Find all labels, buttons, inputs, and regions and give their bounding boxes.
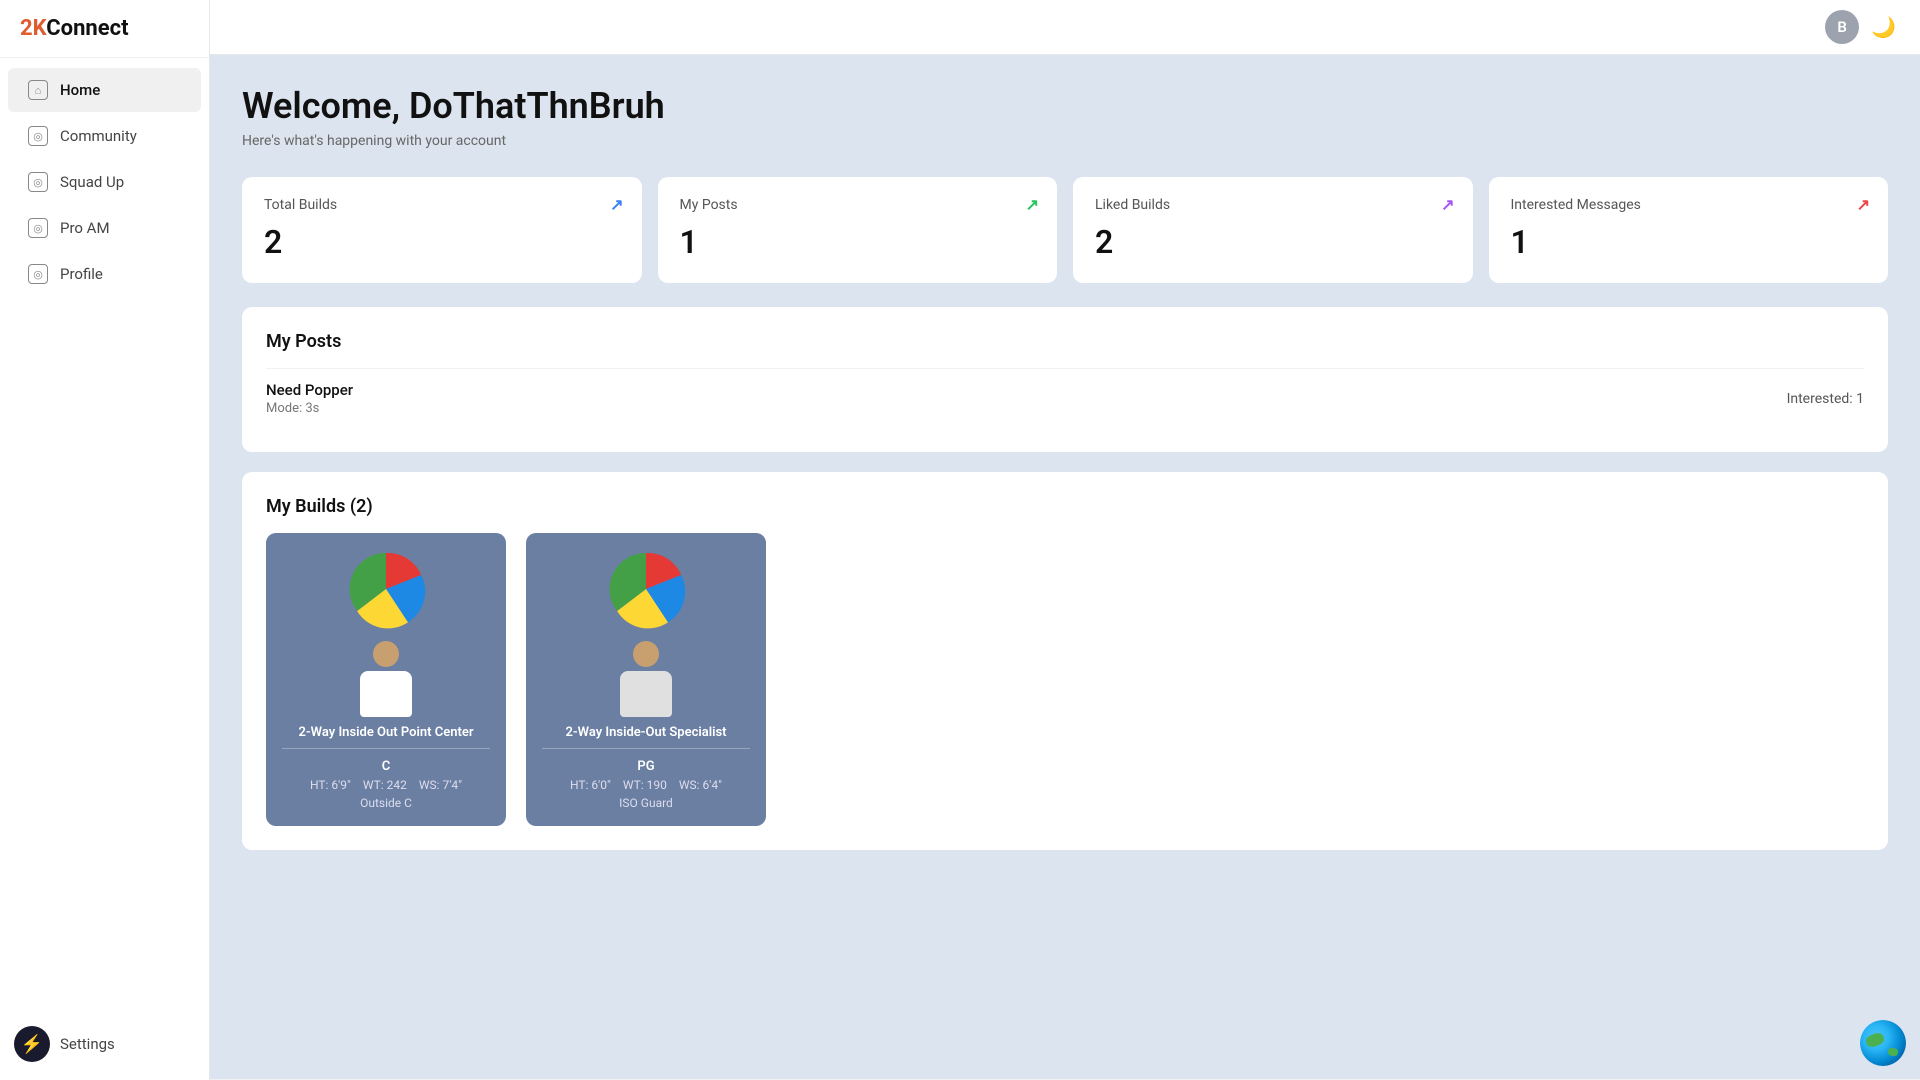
post-mode: Mode: 3s <box>266 401 353 416</box>
my-posts-title: My Posts <box>266 331 1864 352</box>
build-card-2[interactable]: 2-Way Inside-Out Specialist PG HT: 6'0" … <box>526 533 766 826</box>
logo-prefix: 2K <box>20 16 46 41</box>
stat-value-interested-messages: 1 <box>1511 223 1867 261</box>
user-avatar[interactable]: B <box>1825 10 1859 44</box>
stat-label-total-builds: Total Builds <box>264 197 620 213</box>
build-ws-1: WS: 7'4" <box>419 778 462 792</box>
build-player-1 <box>346 637 426 717</box>
theme-toggle[interactable]: 🌙 <box>1871 15 1896 39</box>
build-wt-2: WT: 190 <box>623 778 667 792</box>
sidebar-item-pro-am-label: Pro AM <box>60 219 110 237</box>
sidebar-item-settings-label: Settings <box>60 1035 115 1053</box>
build-player-2 <box>606 637 686 717</box>
stat-value-liked-builds: 2 <box>1095 223 1451 261</box>
stat-value-my-posts: 1 <box>680 223 1036 261</box>
globe-icon <box>1860 1020 1906 1066</box>
build-name-2: 2-Way Inside-Out Specialist <box>565 725 726 740</box>
profile-icon: ◎ <box>28 264 48 284</box>
build-ws-2: WS: 6'4" <box>679 778 722 792</box>
stat-label-interested-messages: Interested Messages <box>1511 197 1867 213</box>
stat-label-my-posts: My Posts <box>680 197 1036 213</box>
post-row[interactable]: Need Popper Mode: 3s Interested: 1 <box>266 368 1864 428</box>
sidebar-item-profile-label: Profile <box>60 265 103 283</box>
stat-value-total-builds: 2 <box>264 223 620 261</box>
stat-label-liked-builds: Liked Builds <box>1095 197 1451 213</box>
build-divider-2 <box>542 748 750 749</box>
topbar: B 🌙 <box>210 0 1920 55</box>
build-position-1: C <box>282 759 490 774</box>
sidebar-item-home[interactable]: ⌂ Home <box>8 68 201 112</box>
build-card-1[interactable]: 2-Way Inside Out Point Center C HT: 6'9"… <box>266 533 506 826</box>
home-icon: ⌂ <box>28 80 48 100</box>
interested-count: Interested: 1 <box>1787 391 1864 407</box>
welcome-subtitle: Here's what's happening with your accoun… <box>242 133 1888 149</box>
sidebar-item-squad-up-label: Squad Up <box>60 173 124 191</box>
build-type-1: Outside C <box>282 796 490 810</box>
dashboard: Welcome, DoThatThnBruh Here's what's hap… <box>210 55 1920 1079</box>
build-ht-1: HT: 6'9" <box>310 778 351 792</box>
stat-card-my-posts[interactable]: My Posts 1 ↗ <box>658 177 1058 283</box>
sidebar-item-home-label: Home <box>60 81 100 99</box>
build-type-2: ISO Guard <box>542 796 750 810</box>
welcome-title: Welcome, DoThatThnBruh <box>242 85 1888 127</box>
stat-arrow-total-builds: ↗ <box>610 195 623 214</box>
build-stats-1: C HT: 6'9" WT: 242 WS: 7'4" Outside C <box>282 759 490 810</box>
stat-arrow-liked-builds: ↗ <box>1441 195 1454 214</box>
my-builds-section: My Builds (2) <box>242 472 1888 850</box>
sidebar-item-community[interactable]: ◎ Community <box>8 114 201 158</box>
build-wt-1: WT: 242 <box>363 778 407 792</box>
my-posts-section: My Posts Need Popper Mode: 3s Interested… <box>242 307 1888 452</box>
squad-up-icon: ◎ <box>28 172 48 192</box>
build-stats-2: PG HT: 6'0" WT: 190 WS: 6'4" ISO Guard <box>542 759 750 810</box>
stat-arrow-my-posts: ↗ <box>1026 195 1039 214</box>
logo-suffix: Connect <box>46 16 128 41</box>
build-name-1: 2-Way Inside Out Point Center <box>298 725 473 740</box>
stat-card-liked-builds[interactable]: Liked Builds 2 ↗ <box>1073 177 1473 283</box>
pro-am-icon: ◎ <box>28 218 48 238</box>
build-details-1: HT: 6'9" WT: 242 WS: 7'4" <box>282 778 490 792</box>
sidebar-item-profile[interactable]: ◎ Profile <box>8 252 201 296</box>
my-builds-title: My Builds (2) <box>266 496 1864 517</box>
community-icon: ◎ <box>28 126 48 146</box>
sidebar: 2KConnect ⌂ Home ◎ Community ◎ Squad Up … <box>0 0 210 1080</box>
build-ht-2: HT: 6'0" <box>570 778 611 792</box>
sidebar-item-squad-up[interactable]: ◎ Squad Up <box>8 160 201 204</box>
post-name: Need Popper <box>266 381 353 399</box>
build-divider-1 <box>282 748 490 749</box>
build-position-2: PG <box>542 759 750 774</box>
builds-grid: 2-Way Inside Out Point Center C HT: 6'9"… <box>266 533 1864 826</box>
stat-card-total-builds[interactable]: Total Builds 2 ↗ <box>242 177 642 283</box>
build-details-2: HT: 6'0" WT: 190 WS: 6'4" <box>542 778 750 792</box>
post-info: Need Popper Mode: 3s <box>266 381 353 416</box>
sidebar-item-community-label: Community <box>60 127 137 145</box>
app-logo: 2KConnect <box>0 0 209 58</box>
main-content: B 🌙 Welcome, DoThatThnBruh Here's what's… <box>210 0 1920 1080</box>
build-pie-1 <box>346 549 426 629</box>
stat-card-interested-messages[interactable]: Interested Messages 1 ↗ <box>1489 177 1889 283</box>
globe-button[interactable] <box>1860 1020 1906 1066</box>
build-pie-2 <box>606 549 686 629</box>
stat-arrow-interested-messages: ↗ <box>1857 195 1870 214</box>
lightning-button[interactable]: ⚡ <box>14 1026 50 1062</box>
sidebar-item-pro-am[interactable]: ◎ Pro AM <box>8 206 201 250</box>
stat-cards: Total Builds 2 ↗ My Posts 1 ↗ Liked Buil… <box>242 177 1888 283</box>
